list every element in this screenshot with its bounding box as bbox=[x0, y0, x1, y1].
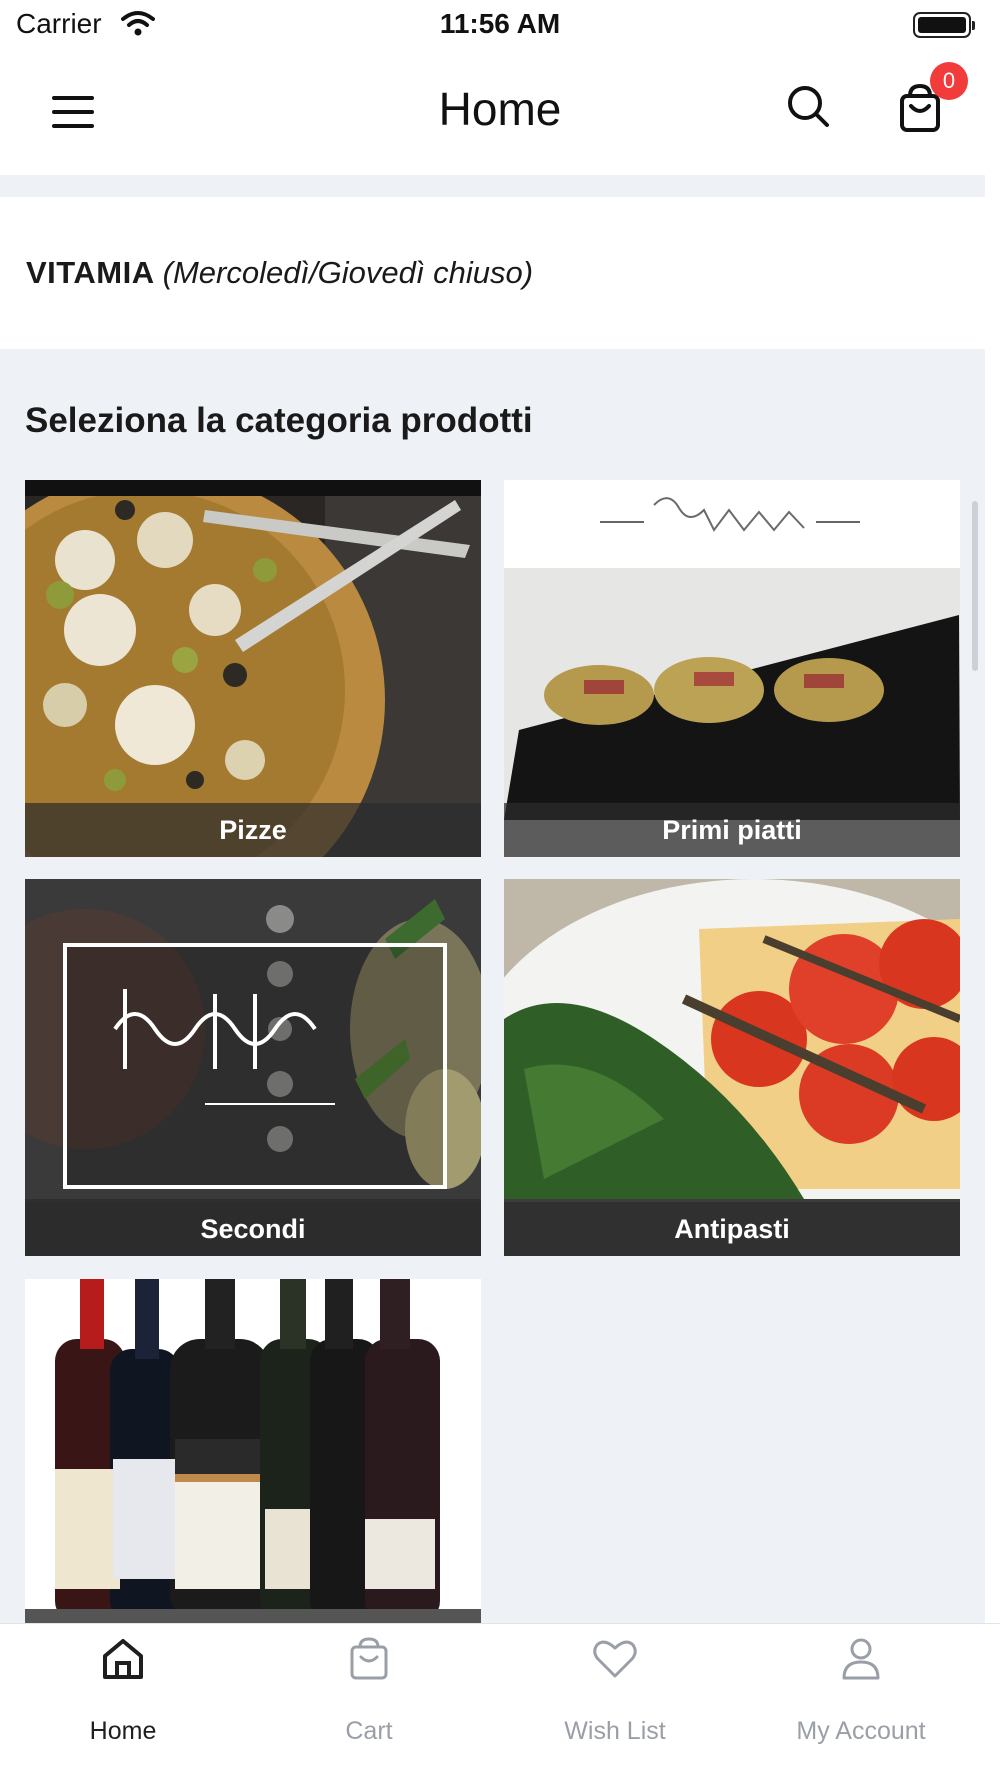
pizza-image bbox=[25, 480, 481, 857]
user-icon bbox=[842, 1638, 880, 1680]
category-label: Primi piatti bbox=[662, 814, 802, 845]
category-label: Antipasti bbox=[674, 1213, 790, 1244]
tab-label: Cart bbox=[345, 1717, 393, 1745]
scroll-indicator[interactable] bbox=[972, 501, 978, 671]
store-line: VITAMIA (Mercoledì/Giovedì chiuso) bbox=[26, 255, 533, 291]
category-label: Pizze bbox=[219, 814, 287, 845]
antipasti-image bbox=[504, 879, 960, 1256]
tab-label: My Account bbox=[796, 1717, 926, 1745]
home-icon bbox=[103, 1639, 143, 1679]
page-title: Home bbox=[438, 83, 562, 135]
status-time: 11:56 AM bbox=[439, 8, 561, 39]
category-card-primi-piatti[interactable]: Primi piatti bbox=[504, 480, 960, 857]
category-label-bar: Secondi bbox=[25, 1202, 481, 1256]
tab-home[interactable]: Home bbox=[0, 1624, 246, 1778]
category-label-bar: Pizze bbox=[25, 803, 481, 857]
store-hours-note: (Mercoledì/Giovedì chiuso) bbox=[162, 255, 534, 290]
bottom-tab-bar: Home Cart Wish List My Account bbox=[0, 1623, 1000, 1778]
status-bar: Carrier 11:56 AM bbox=[0, 0, 1000, 50]
filetto-di-manzo-image bbox=[25, 879, 481, 1256]
tab-cart[interactable]: Cart bbox=[246, 1624, 492, 1778]
tab-label: Wish List bbox=[564, 1717, 666, 1745]
divider bbox=[0, 175, 985, 197]
cart-count-badge: 0 bbox=[930, 62, 968, 100]
search-icon[interactable] bbox=[782, 80, 836, 134]
tab-my-account[interactable]: My Account bbox=[738, 1624, 984, 1778]
primi-piatti-image bbox=[504, 480, 960, 857]
category-label-bar: Antipasti bbox=[504, 1202, 960, 1256]
category-card-antipasti[interactable]: Antipasti bbox=[504, 879, 960, 1256]
top-navigation-bar: Home 0 bbox=[0, 50, 1000, 175]
shopping-bag-icon bbox=[350, 1637, 388, 1680]
battery-icon bbox=[913, 12, 975, 38]
category-card-pizze[interactable]: Pizze bbox=[25, 480, 481, 857]
category-label: Secondi bbox=[200, 1213, 306, 1244]
category-section: Seleziona la categoria prodotti Pizze Pr… bbox=[0, 349, 985, 1623]
tab-wish-list[interactable]: Wish List bbox=[492, 1624, 738, 1778]
section-title: Seleziona la categoria prodotti bbox=[25, 401, 533, 440]
tab-label: Home bbox=[89, 1717, 157, 1745]
store-name: VITAMIA bbox=[26, 255, 155, 290]
heart-icon bbox=[593, 1640, 637, 1678]
wine-bottles-image bbox=[25, 1279, 481, 1623]
category-label-bar: Primi piatti bbox=[504, 803, 960, 857]
category-card-wine[interactable] bbox=[25, 1279, 481, 1623]
store-info: VITAMIA (Mercoledì/Giovedì chiuso) bbox=[0, 197, 985, 349]
category-card-secondi[interactable]: Secondi bbox=[25, 879, 481, 1256]
